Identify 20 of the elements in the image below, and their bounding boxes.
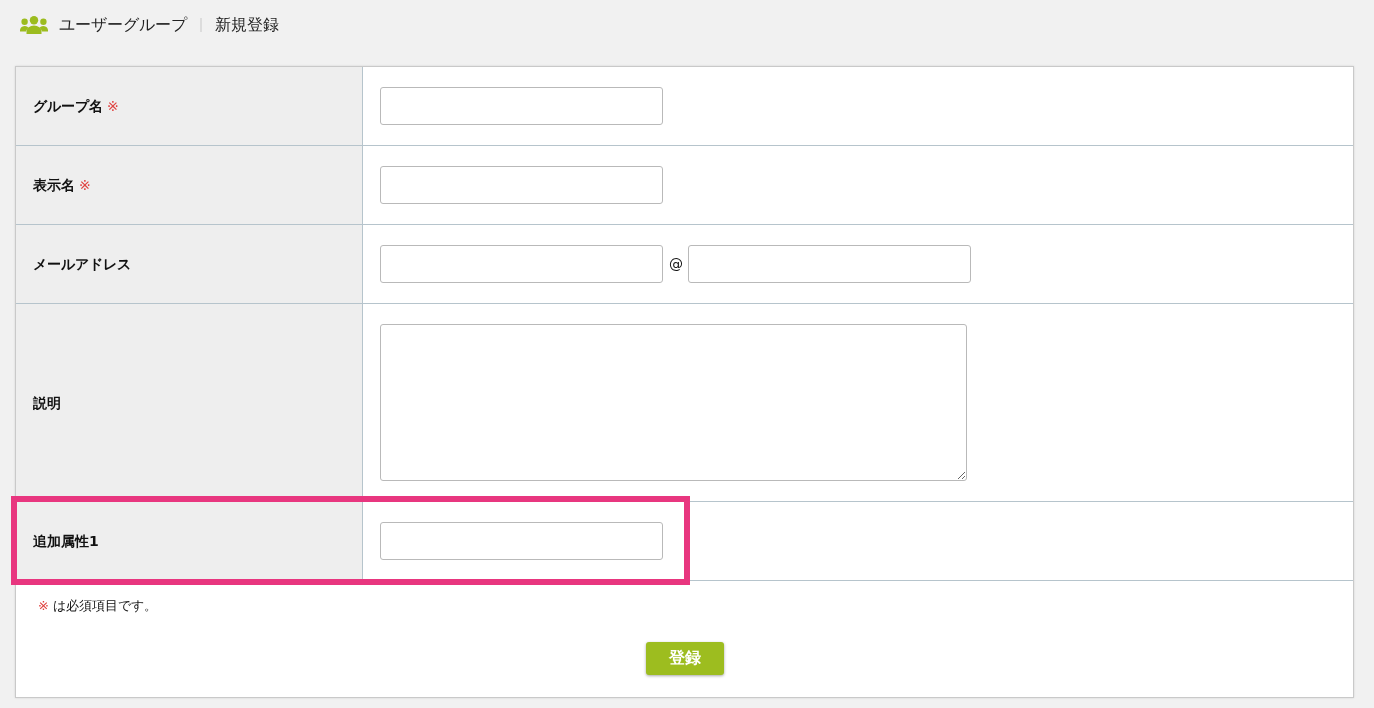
required-mark: ※ (107, 97, 119, 116)
text-input[interactable] (380, 166, 663, 204)
field-label: 説明 (33, 393, 61, 413)
email-domain-input[interactable] (688, 245, 971, 283)
required-note: は必須項目です。 (52, 597, 157, 615)
at-separator: @ (669, 255, 683, 274)
field-label: グループ名 (33, 97, 103, 116)
section-title: ユーザーグループ (59, 15, 187, 35)
field-label: 追加属性1 (33, 532, 99, 551)
text-input[interactable] (380, 522, 663, 560)
field-label: メールアドレス (33, 255, 131, 274)
required-mark: ※ (79, 176, 91, 195)
field-label: 表示名 (33, 176, 75, 195)
page-title: 新規登録 (215, 15, 279, 35)
description-textarea[interactable] (380, 324, 967, 481)
email-name-input[interactable] (380, 245, 663, 283)
people-icon (20, 16, 48, 34)
required-mark: ※ (38, 597, 49, 615)
register-button[interactable]: 登録 (645, 642, 724, 675)
text-input[interactable] (380, 87, 663, 125)
